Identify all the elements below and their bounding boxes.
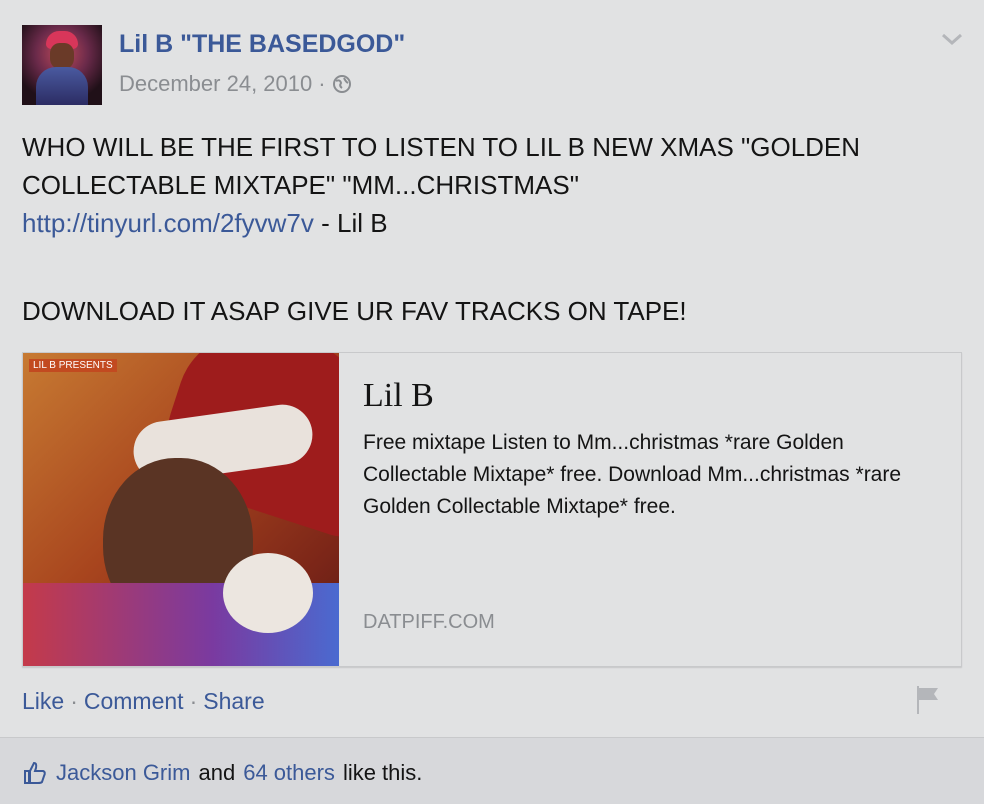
share-link[interactable]: Share [203,688,264,715]
post-actions: Like · Comment · Share [22,688,265,715]
liker-name-link[interactable]: Jackson Grim [56,760,190,786]
likes-summary: Jackson Grim and 64 others like this. [22,760,422,786]
post-link-suffix: - Lil B [313,208,388,238]
link-preview-image[interactable]: LIL B PRESENTS [23,353,339,666]
link-preview-description: Free mixtape Listen to Mm...christmas *r… [363,431,902,518]
comment-link[interactable]: Comment [84,688,184,715]
link-preview-title[interactable]: Lil B [363,377,434,415]
action-separator: · [189,688,198,714]
globe-icon[interactable] [332,74,352,94]
meta-separator: · [318,71,326,96]
post-text-line-1: WHO WILL BE THE FIRST TO LISTEN TO LIL B… [22,132,861,162]
post-link-line: http://tinyurl.com/2fyvw7v - Lil B [22,204,962,242]
post-date[interactable]: December 24, 2010 [119,71,312,97]
likes-suffix: like this. [342,760,423,785]
flag-icon[interactable] [914,684,942,716]
image-label: LIL B PRESENTS [29,359,117,372]
author-name[interactable]: Lil B "THE BASEDGOD" [119,30,405,59]
thumbs-up-icon [24,761,46,784]
post-link[interactable]: http://tinyurl.com/2fyvw7v [22,208,314,238]
chevron-down-icon[interactable] [940,30,964,48]
author-avatar[interactable] [22,25,102,105]
likes-others-link[interactable]: 64 others [243,760,335,786]
post-text-line-3: DOWNLOAD IT ASAP GIVE UR FAV TRACKS ON T… [22,296,687,326]
likes-and: and [198,760,236,785]
link-preview-domain: DATPIFF.COM [363,611,495,633]
post-text-line-2: COLLECTABLE MIXTAPE" "MM...CHRISTMAS" [22,170,579,200]
post-meta: December 24, 2010 · [119,71,352,97]
likes-bar: Jackson Grim and 64 others like this. [0,737,984,804]
link-preview-card[interactable]: LIL B PRESENTS Lil B Free mixtape Listen… [22,352,962,667]
post-card: Lil B "THE BASEDGOD" December 24, 2010 ·… [0,0,984,736]
post-text: WHO WILL BE THE FIRST TO LISTEN TO LIL B… [22,128,962,330]
like-link[interactable]: Like [22,688,64,715]
action-separator: · [70,688,78,714]
